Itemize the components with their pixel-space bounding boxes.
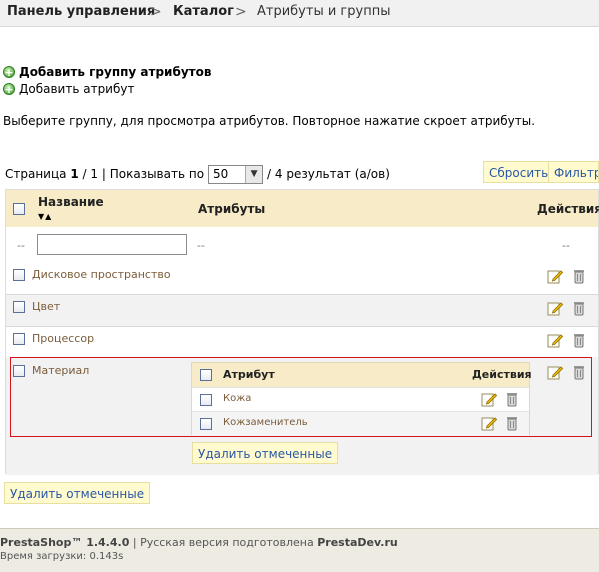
header-attributes: Атрибуты	[198, 202, 266, 216]
add-attribute-link[interactable]: + Добавить атрибут	[3, 81, 134, 97]
trash-icon[interactable]	[571, 268, 587, 284]
group-name-link[interactable]: Материал	[32, 364, 89, 377]
row-checkbox[interactable]	[13, 333, 25, 345]
attribute-name-link[interactable]: Кожзаменитель	[223, 417, 308, 428]
name-filter-input[interactable]	[37, 234, 187, 255]
trash-icon[interactable]	[504, 415, 520, 431]
page-label: Страница	[5, 167, 67, 181]
header-actions: Действия	[537, 202, 599, 216]
group-name-link[interactable]: Цвет	[32, 300, 60, 313]
breadcrumb-separator: >	[150, 4, 162, 20]
footer-separator: |	[132, 536, 137, 549]
page-total: 1	[90, 167, 99, 181]
trash-icon[interactable]	[571, 364, 587, 380]
attribute-name-link[interactable]: Кожа	[223, 393, 251, 404]
pagination-bar: Страница 1 / 1 | Показывать по 50 ▼ / 4 …	[5, 163, 390, 185]
edit-pencil-icon[interactable]	[547, 364, 563, 380]
footer-prestadev-link[interactable]: PrestaDev.ru	[317, 536, 397, 549]
footer: PrestaShop™ 1.4.4.0 | Русская версия под…	[0, 528, 599, 572]
footer-credits: PrestaShop™ 1.4.4.0 | Русская версия под…	[0, 536, 398, 549]
edit-pencil-icon[interactable]	[547, 332, 563, 348]
select-all-checkbox[interactable]	[13, 203, 25, 215]
table-row[interactable]: Цвет	[6, 295, 598, 327]
edit-pencil-icon[interactable]	[481, 415, 497, 431]
table-row[interactable]: Дисковое пространство	[6, 263, 598, 295]
delete-selected-groups-button[interactable]: Удалить отмеченные	[4, 482, 151, 504]
hint-text: Выберите группу, для просмотра атрибутов…	[3, 114, 536, 128]
add-circle-icon: +	[3, 83, 15, 96]
page-current: 1	[70, 167, 79, 181]
edit-pencil-icon[interactable]	[481, 391, 497, 407]
trash-icon[interactable]	[571, 332, 587, 348]
per-page-value: 50	[213, 167, 229, 181]
footer-load-time: Время загрузки: 0.143s	[0, 551, 124, 562]
select-all-attributes-checkbox[interactable]	[200, 369, 212, 381]
edit-pencil-icon[interactable]	[547, 268, 563, 284]
header-attribute: Атрибут	[223, 368, 275, 381]
edit-pencil-icon[interactable]	[547, 300, 563, 316]
footer-brand[interactable]: PrestaShop™ 1.4.4.0	[0, 536, 129, 549]
subtable-header: Атрибут Действия	[192, 363, 532, 387]
header-actions: Действия	[472, 368, 532, 381]
add-group-label: Добавить группу атрибутов	[19, 65, 212, 79]
breadcrumb-catalog-link[interactable]: Каталог	[173, 0, 234, 24]
results-count: / 4 результат (а/ов)	[267, 167, 390, 181]
add-attribute-label: Добавить атрибут	[19, 82, 135, 96]
show-per-page-label: | Показывать по	[101, 167, 205, 181]
filter-button[interactable]: Фильтр	[548, 161, 599, 183]
trash-icon[interactable]	[504, 391, 520, 407]
delete-selected-attributes-button[interactable]: Удалить отмеченные	[192, 442, 339, 464]
reset-button[interactable]: Сбросить	[483, 161, 555, 183]
attribute-row[interactable]: Кожа	[192, 387, 529, 412]
breadcrumb: Панель управления > Каталог > Атрибуты и…	[0, 0, 599, 27]
table-row-expanded[interactable]: Материал Атрибут Действия Кожа Кожзамени…	[6, 357, 598, 475]
attribute-row[interactable]: Кожзаменитель	[192, 411, 529, 436]
footer-russian-label: Русская версия подготовлена	[140, 536, 314, 549]
filter-dash: --	[197, 239, 205, 252]
filter-dash: --	[562, 239, 570, 252]
breadcrumb-separator: >	[235, 4, 247, 20]
trash-icon[interactable]	[571, 300, 587, 316]
filter-dash: --	[17, 239, 25, 252]
table-header: Название ▼▲ Атрибуты Действия	[6, 190, 599, 227]
chevron-down-icon[interactable]: ▼	[245, 165, 263, 183]
table-row[interactable]: Процессор	[6, 327, 598, 359]
sort-arrows-icon[interactable]: ▼▲	[38, 213, 52, 221]
row-checkbox[interactable]	[13, 269, 25, 281]
add-circle-icon: +	[3, 66, 15, 79]
filter-row: -- -- --	[6, 227, 598, 264]
row-checkbox[interactable]	[13, 301, 25, 313]
breadcrumb-current: Атрибуты и группы	[257, 4, 391, 19]
attribute-groups-table: Название ▼▲ Атрибуты Действия -- -- -- Д…	[5, 189, 599, 475]
per-page-select[interactable]: 50 ▼	[208, 164, 264, 184]
row-checkbox[interactable]	[13, 365, 25, 377]
attributes-subtable: Атрибут Действия Кожа Кожзаменитель	[191, 362, 532, 436]
header-name: Название	[38, 195, 104, 209]
attribute-checkbox[interactable]	[200, 418, 212, 430]
breadcrumb-dashboard-link[interactable]: Панель управления	[7, 0, 155, 24]
group-name-link[interactable]: Дисковое пространство	[32, 268, 171, 281]
page-separator: /	[82, 167, 87, 181]
group-name-link[interactable]: Процессор	[32, 332, 94, 345]
attribute-checkbox[interactable]	[200, 394, 212, 406]
add-group-link[interactable]: + Добавить группу атрибутов	[3, 64, 211, 80]
